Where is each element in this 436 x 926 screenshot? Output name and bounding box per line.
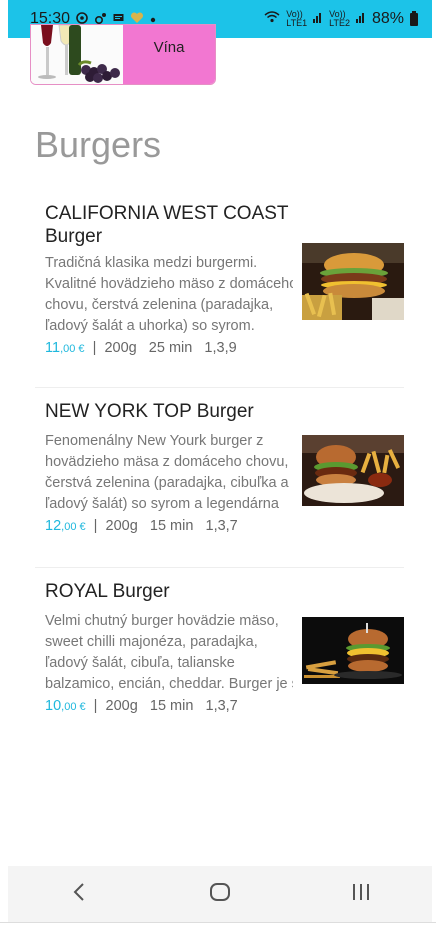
item-allergens: 1,3,7 (205, 518, 238, 534)
item-description: Tradičná klasika medzi burgermi. Kvalitn… (45, 253, 293, 337)
item-allergens: 1,3,7 (205, 698, 238, 714)
item-description-line: sweet chilli majonéza, paradajka, (45, 634, 258, 650)
item-price: 12,00 € (45, 518, 86, 534)
item-name-line: NEW YORK TOP Burger (45, 401, 254, 422)
battery-percent: 88% (371, 10, 404, 27)
item-price-cents: ,00 € (60, 343, 85, 355)
recents-icon (351, 882, 371, 907)
item-photo[interactable] (302, 435, 404, 506)
screen-bottom-edge (0, 922, 436, 923)
network-2-label: Vo)) LTE2 (329, 10, 350, 28)
item-weight: 200g (104, 340, 137, 356)
back-button[interactable] (49, 874, 109, 914)
item-meta: 10,00 € | 200g 15 min 1,3,7 (45, 698, 238, 714)
back-chevron-icon (72, 882, 86, 907)
meta-separator: | (93, 698, 98, 714)
item-photo[interactable] (302, 617, 404, 684)
item-description-line: ľadový šalát a uhorka) so syrom. (45, 318, 255, 334)
item-photo[interactable] (302, 243, 404, 320)
menu-item[interactable]: CALIFORNIA WEST COAST Burger Tradičná kl… (35, 200, 404, 370)
item-weight: 200g (105, 518, 138, 534)
item-name-line: CALIFORNIA WEST COAST (45, 203, 289, 224)
item-price-cents: ,00 € (61, 521, 86, 533)
wine-image (31, 25, 123, 84)
item-price-main: 12 (45, 518, 62, 534)
item-meta: 11,00 € | 200g 25 min 1,3,9 (45, 340, 237, 356)
item-price-main: 10 (45, 698, 62, 714)
wifi-icon (264, 10, 280, 28)
signal-2-icon (355, 10, 366, 28)
category-label-box: Vína (123, 25, 215, 84)
item-description-line: chovu, čerstvá zelenina (paradajka, (45, 297, 274, 313)
network-2-lte: LTE2 (329, 18, 350, 28)
item-name: ROYAL Burger (45, 580, 305, 603)
recents-button[interactable] (331, 874, 391, 914)
item-price-cents: ,00 € (61, 701, 86, 713)
meta-separator: | (93, 518, 98, 534)
item-price-main: 11 (45, 340, 61, 356)
item-divider (35, 387, 404, 388)
item-name-line: Burger (45, 226, 103, 247)
item-description-line: Kvalitné hovädzieho mäso z domáceho (45, 276, 293, 292)
signal-1-icon (313, 10, 323, 28)
status-bar-right: Vo)) LTE1 Vo)) LTE2 88% (264, 10, 418, 28)
item-description: Velmi chutný burger hovädzie mäso, sweet… (45, 611, 293, 695)
item-name: CALIFORNIA WEST COAST Burger (45, 202, 305, 248)
system-nav-bar (8, 866, 432, 922)
item-name: NEW YORK TOP Burger (45, 400, 305, 423)
section-title: Burgers (35, 124, 162, 165)
network-1-label: Vo)) LTE1 (286, 10, 307, 28)
item-description-line: čerstvá zelenina (paradajka, cibuľka a (45, 475, 289, 491)
category-label: Vína (153, 39, 185, 56)
item-time: 15 min (149, 518, 194, 534)
meta-separator: | (92, 340, 97, 356)
item-description-line: balzamico, encián, cheddar. Burger je s (45, 676, 293, 692)
item-weight: 200g (105, 698, 138, 714)
item-price: 10,00 € (45, 698, 86, 714)
item-price: 11,00 € (45, 340, 85, 356)
item-description-line: Fenomenálny New Yourk burger z (45, 433, 264, 449)
item-time: 25 min (148, 340, 193, 356)
item-allergens: 1,3,9 (204, 340, 237, 356)
item-name-line: ROYAL Burger (45, 581, 170, 602)
home-icon (209, 882, 231, 907)
menu-item[interactable]: ROYAL Burger Velmi chutný burger hovädzi… (35, 580, 404, 730)
item-divider (35, 567, 404, 568)
item-description-line: Tradičná klasika medzi burgermi. (45, 255, 258, 271)
home-button[interactable] (190, 874, 250, 914)
item-description-line: ľadový šalát, cibuľa, talianske (45, 655, 235, 671)
menu-item[interactable]: NEW YORK TOP Burger Fenomenálny New Your… (35, 400, 404, 550)
network-1-lte: LTE1 (286, 18, 308, 28)
battery-icon (410, 10, 418, 26)
category-card-wine[interactable]: Vína (30, 24, 216, 85)
item-description: Fenomenálny New Yourk burger z hovädzieh… (45, 431, 293, 515)
item-description-line: hovädzieho mäsa z domáceho chovu, (45, 454, 289, 470)
item-time: 15 min (149, 698, 194, 714)
item-meta: 12,00 € | 200g 15 min 1,3,7 (45, 518, 238, 534)
item-description-line: ľadový šalát) so syrom a legendárna (45, 496, 279, 512)
item-description-line: Velmi chutný burger hovädzie mäso, (45, 613, 279, 629)
